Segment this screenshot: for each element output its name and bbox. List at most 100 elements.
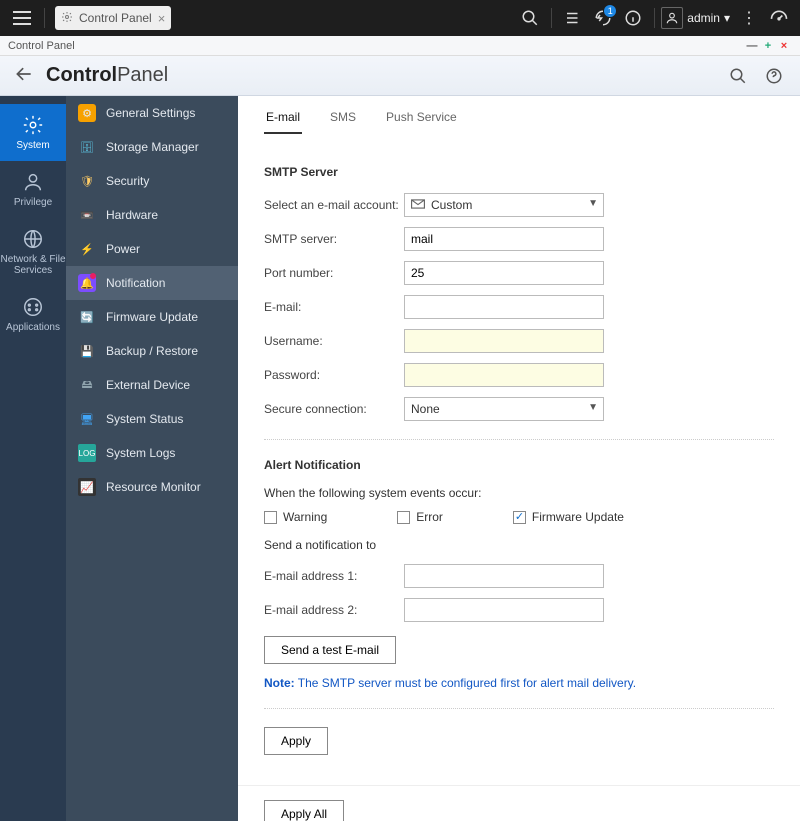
addr2-label: E-mail address 2: xyxy=(264,603,404,617)
close-button[interactable]: × xyxy=(776,40,792,52)
firmware-icon: 🔄 xyxy=(78,308,96,326)
rail-privilege[interactable]: Privilege xyxy=(0,161,66,218)
notification-badge: 1 xyxy=(604,5,616,17)
events-intro: When the following system events occur: xyxy=(264,486,774,500)
email-address-1-input[interactable] xyxy=(404,564,604,588)
tab-push[interactable]: Push Service xyxy=(384,106,459,134)
rail-system[interactable]: System xyxy=(0,104,66,161)
sidebar-item-security[interactable]: 🛡Security xyxy=(66,164,238,198)
send-test-email-button[interactable]: Send a test E-mail xyxy=(264,636,396,664)
smtp-server-input[interactable] xyxy=(404,227,604,251)
power-icon: ⚡ xyxy=(78,240,96,258)
divider xyxy=(264,708,774,709)
rail-applications[interactable]: Applications xyxy=(0,286,66,343)
divider xyxy=(44,8,45,28)
more-icon[interactable]: ⋮ xyxy=(734,3,764,33)
window-titlebar: Control Panel — + × xyxy=(0,36,800,56)
server-label: SMTP server: xyxy=(264,232,404,246)
alert-section-title: Alert Notification xyxy=(264,458,774,472)
status-icon: 🖥 xyxy=(78,410,96,428)
checkbox-warning[interactable]: Warning xyxy=(264,510,327,524)
sidebar-item-general[interactable]: ⚙General Settings xyxy=(66,96,238,130)
header-search-button[interactable] xyxy=(726,64,750,88)
email-input[interactable] xyxy=(404,295,604,319)
admin-label: admin xyxy=(687,11,720,25)
info-icon[interactable] xyxy=(618,3,648,33)
divider xyxy=(264,439,774,440)
category-rail: System Privilege Network & File Services… xyxy=(0,96,66,821)
email-address-2-input[interactable] xyxy=(404,598,604,622)
shield-icon: 🛡 xyxy=(78,172,96,190)
gear-icon: ⚙ xyxy=(78,104,96,122)
admin-menu[interactable]: admin ▾ xyxy=(683,11,734,25)
apply-button[interactable]: Apply xyxy=(264,727,328,755)
sidebar-item-status[interactable]: 🖥System Status xyxy=(66,402,238,436)
storage-icon: 🗄 xyxy=(78,138,96,156)
sidebar-item-logs[interactable]: LOGSystem Logs xyxy=(66,436,238,470)
port-label: Port number: xyxy=(264,266,404,280)
chevron-down-icon: ▼ xyxy=(588,198,598,209)
user-label: Username: xyxy=(264,334,404,348)
divider xyxy=(551,8,552,28)
volumes-icon[interactable] xyxy=(558,3,588,33)
backup-icon: 💾 xyxy=(78,342,96,360)
email-label: E-mail: xyxy=(264,300,404,314)
checkbox-firmware[interactable]: Firmware Update xyxy=(513,510,624,524)
sidebar-item-storage[interactable]: 🗄Storage Manager xyxy=(66,130,238,164)
sidebar-item-external[interactable]: 🖴External Device xyxy=(66,368,238,402)
close-icon[interactable]: × xyxy=(158,11,166,26)
app-header: ControlPanel xyxy=(0,56,800,96)
maximize-button[interactable]: + xyxy=(760,40,776,52)
sidebar-item-notification[interactable]: 🔔Notification xyxy=(66,266,238,300)
secure-select[interactable]: None ▼ xyxy=(404,397,604,421)
username-input[interactable] xyxy=(404,329,604,353)
os-topbar: Control Panel × 1 admin ▾ ⋮ xyxy=(0,0,800,36)
menu-button[interactable] xyxy=(6,2,38,34)
envelope-icon xyxy=(411,198,425,212)
sidebar: ⚙General Settings 🗄Storage Manager 🛡Secu… xyxy=(66,96,238,821)
password-input[interactable] xyxy=(404,363,604,387)
account-label: Select an e-mail account: xyxy=(264,198,404,212)
tab-email[interactable]: E-mail xyxy=(264,106,302,134)
back-button[interactable] xyxy=(14,64,34,87)
sidebar-item-firmware[interactable]: 🔄Firmware Update xyxy=(66,300,238,334)
note-text: Note: The SMTP server must be configured… xyxy=(264,676,774,690)
rail-network[interactable]: Network & File Services xyxy=(0,218,66,286)
logs-icon: LOG xyxy=(78,444,96,462)
monitor-icon: 📈 xyxy=(78,478,96,496)
account-value: Custom xyxy=(431,198,472,212)
addr1-label: E-mail address 1: xyxy=(264,569,404,583)
page-title: ControlPanel xyxy=(46,64,168,87)
checkbox-error[interactable]: Error xyxy=(397,510,443,524)
minimize-button[interactable]: — xyxy=(744,40,760,52)
help-button[interactable] xyxy=(762,64,786,88)
chevron-down-icon: ▾ xyxy=(724,11,730,25)
dashboard-icon[interactable] xyxy=(764,3,794,33)
content-area: E-mail SMS Push Service SMTP Server Sele… xyxy=(238,96,800,821)
user-icon[interactable] xyxy=(661,7,683,29)
sidebar-item-hardware[interactable]: 📼Hardware xyxy=(66,198,238,232)
port-input[interactable] xyxy=(404,261,604,285)
account-select[interactable]: Custom ▼ xyxy=(404,193,604,217)
tabbar: E-mail SMS Push Service xyxy=(238,96,800,135)
tab-title: Control Panel xyxy=(79,11,152,25)
apply-all-button[interactable]: Apply All xyxy=(264,800,344,821)
chevron-down-icon: ▼ xyxy=(588,402,598,413)
taskbar-tab-control-panel[interactable]: Control Panel × xyxy=(55,6,171,30)
sidebar-item-resource[interactable]: 📈Resource Monitor xyxy=(66,470,238,504)
external-icon: 🖴 xyxy=(78,376,96,394)
gear-icon xyxy=(61,11,73,26)
search-button[interactable] xyxy=(515,3,545,33)
sidebar-item-power[interactable]: ⚡Power xyxy=(66,232,238,266)
divider xyxy=(654,8,655,28)
send-to-label: Send a notification to xyxy=(264,538,774,552)
chip-icon: 📼 xyxy=(78,206,96,224)
secure-value: None xyxy=(411,402,440,416)
notifications-icon[interactable]: 1 xyxy=(588,3,618,33)
pass-label: Password: xyxy=(264,368,404,382)
window-title: Control Panel xyxy=(8,40,75,52)
update-dot-icon xyxy=(90,273,96,279)
secure-label: Secure connection: xyxy=(264,402,404,416)
tab-sms[interactable]: SMS xyxy=(328,106,358,134)
sidebar-item-backup[interactable]: 💾Backup / Restore xyxy=(66,334,238,368)
